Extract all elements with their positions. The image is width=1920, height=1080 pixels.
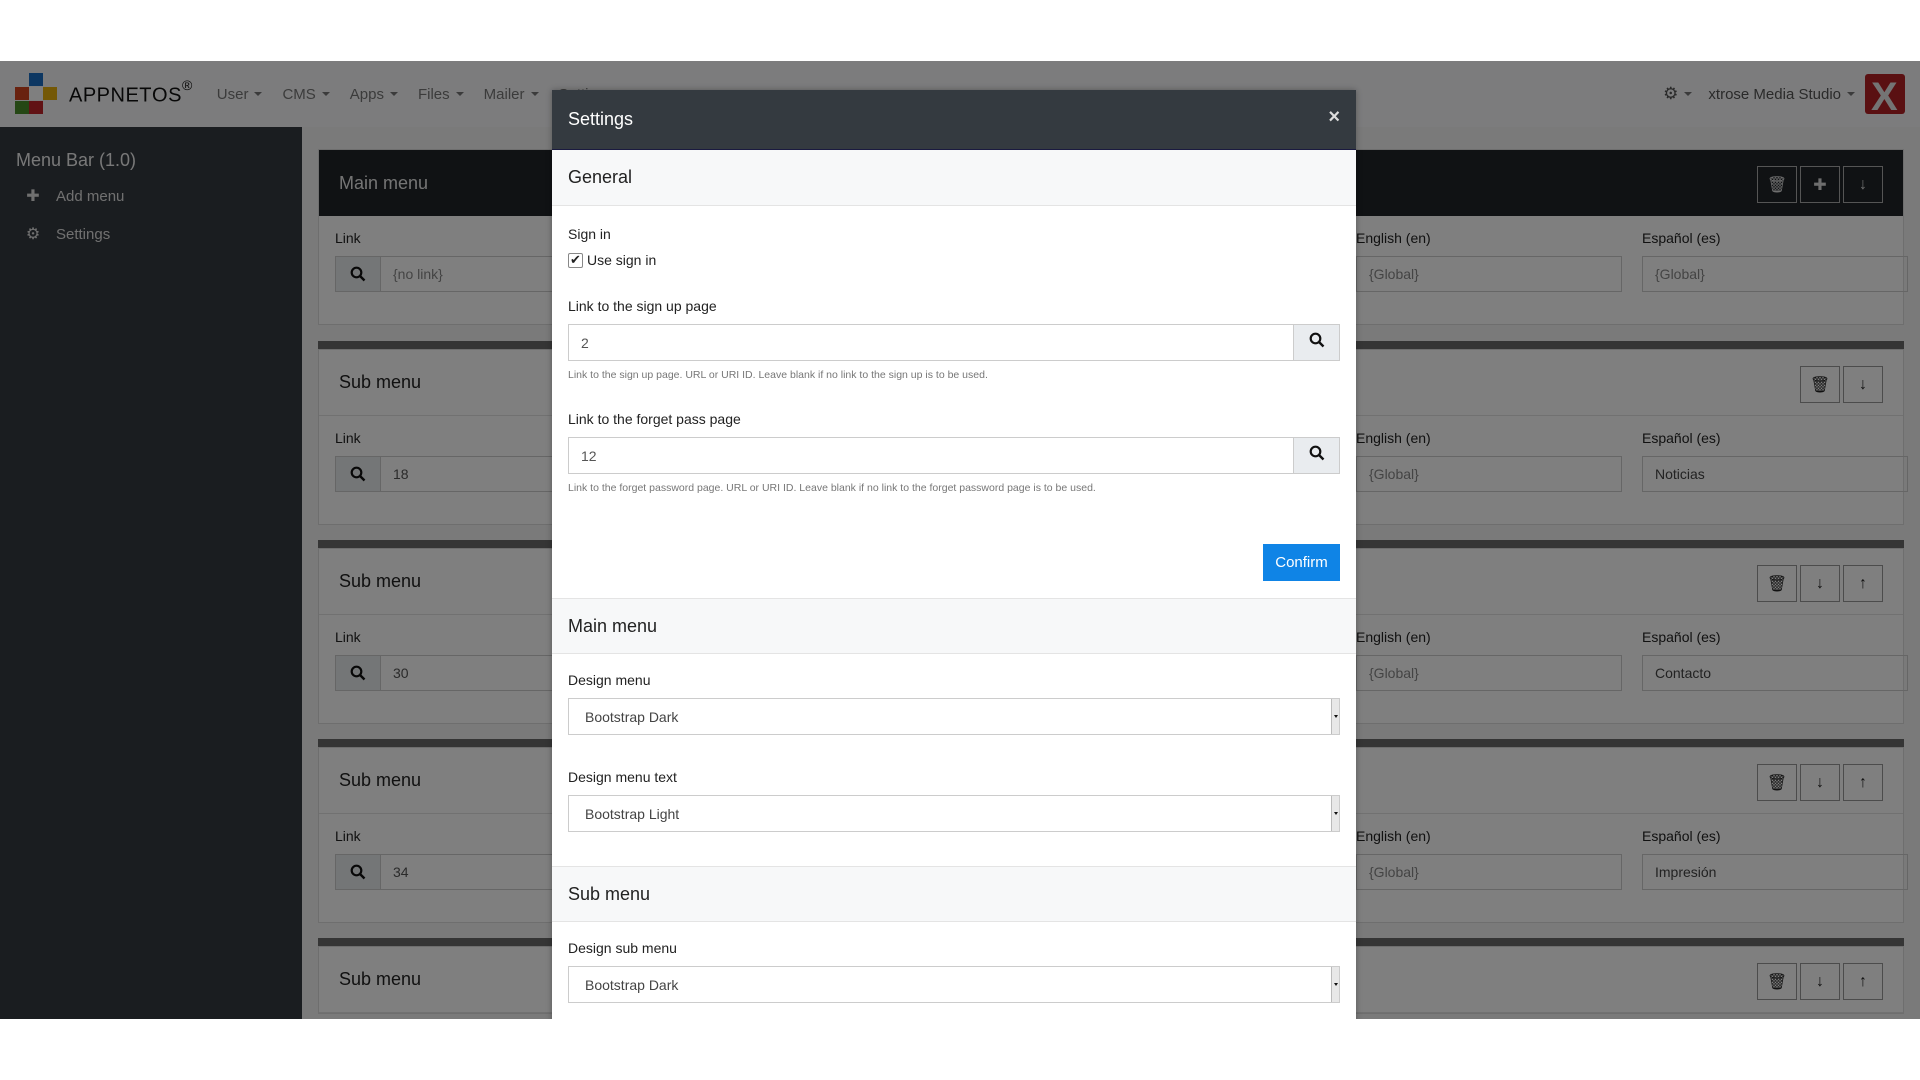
design-menu-select[interactable]: Bootstrap Dark (568, 698, 1340, 735)
select-value: Bootstrap Light (585, 805, 680, 822)
modal-title: Settings (568, 109, 634, 129)
signup-link-input[interactable]: 2 (568, 324, 1294, 361)
design-menu-label: Design menu (568, 672, 651, 688)
section-title: Sub menu (568, 883, 651, 904)
design-sub-menu-select[interactable]: Bootstrap Dark (568, 966, 1340, 1003)
signup-link-group: 2 (568, 324, 1340, 361)
sign-in-label: Sign in (568, 226, 611, 242)
section-general-header: General (552, 150, 1356, 206)
use-sign-in-checkbox[interactable]: ✔ (568, 252, 583, 268)
checkmark-icon: ✔ (570, 252, 581, 267)
dropdown-arrow-icon (1331, 699, 1339, 734)
section-sub-menu-header: Sub menu (552, 866, 1356, 922)
section-sub-menu-body: Design sub menu Bootstrap Dark (552, 922, 1356, 1003)
search-icon (1309, 332, 1325, 353)
section-main-menu-body: Design menu Bootstrap Dark Design menu t… (552, 654, 1356, 866)
app-screen: APPNETOS® User CMS Apps Files Mailer Set… (0, 61, 1920, 1019)
confirm-button[interactable]: Confirm (1263, 544, 1340, 581)
forget-link-label: Link to the forget pass page (568, 411, 741, 427)
forget-search-button[interactable] (1294, 437, 1340, 474)
forget-help-text: Link to the forget password page. URL or… (568, 482, 1096, 494)
signup-link-label: Link to the sign up page (568, 298, 717, 314)
select-value: Bootstrap Dark (585, 708, 679, 725)
section-main-menu-header: Main menu (552, 598, 1356, 654)
design-menu-text-label: Design menu text (568, 769, 677, 785)
modal-header: Settings × (552, 90, 1356, 150)
section-title: General (568, 167, 633, 187)
design-menu-text-select[interactable]: Bootstrap Light (568, 795, 1340, 832)
select-value: Bootstrap Dark (585, 976, 679, 993)
signup-search-button[interactable] (1294, 324, 1340, 361)
use-sign-in-row: ✔ Use sign in (568, 252, 1340, 268)
design-sub-menu-label: Design sub menu (568, 940, 677, 956)
section-general-body: Sign in ✔ Use sign in Link to the sign u… (552, 206, 1356, 598)
dropdown-arrow-icon (1331, 967, 1339, 1002)
dropdown-arrow-icon (1331, 796, 1339, 831)
forget-link-group: 12 (568, 437, 1340, 474)
settings-modal: Settings × General Sign in ✔ Use sign in… (552, 90, 1356, 1019)
signup-help-text: Link to the sign up page. URL or URI ID.… (568, 369, 988, 381)
search-icon (1309, 445, 1325, 466)
use-sign-in-label: Use sign in (587, 252, 657, 268)
section-title: Main menu (568, 615, 658, 636)
close-icon[interactable]: × (1328, 106, 1340, 129)
forget-link-input[interactable]: 12 (568, 437, 1294, 474)
